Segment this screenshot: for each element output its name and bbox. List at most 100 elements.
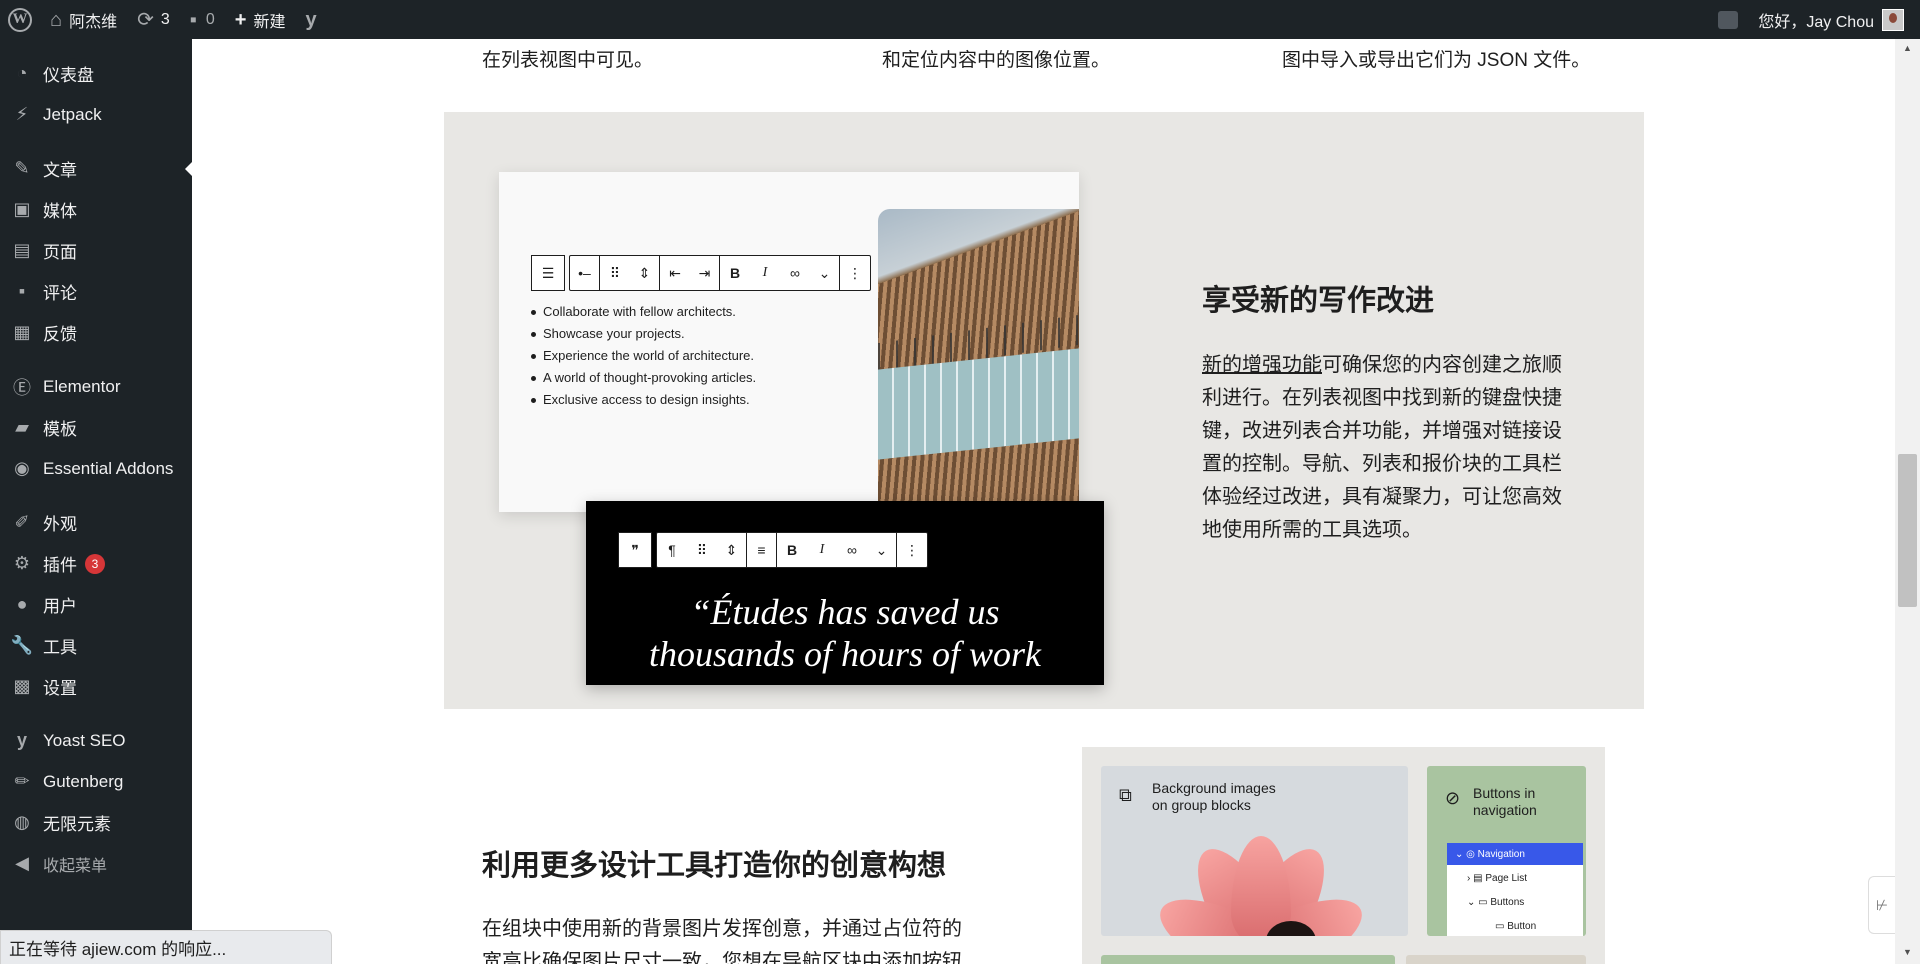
sidebar-item-label: Elementor xyxy=(43,376,121,396)
brush-icon: ✐ xyxy=(14,512,30,532)
new-label: 新建 xyxy=(253,13,286,31)
para-line: 可确保您的内容创建之旅顺 xyxy=(1322,354,1562,376)
feedback-icon: ▦ xyxy=(13,322,31,342)
para-line: 宽高比确保图片尺寸一致，您想在导航区块中添加按钮 xyxy=(482,951,962,964)
site-name: 阿杰维 xyxy=(69,13,118,31)
plugin-icon: ⚙ xyxy=(13,553,31,573)
sidebar-item-templates[interactable]: ▰ 模板 xyxy=(0,407,192,448)
list-view-icon: ☰ xyxy=(531,255,565,291)
page-icon: ▤ xyxy=(13,240,31,260)
sidebar-item-feedback[interactable]: ▦ 反馈 xyxy=(0,312,192,353)
updates-menu[interactable]: ⟳ 3 xyxy=(127,0,180,39)
sidebar-item-comments[interactable]: ▪ 评论 xyxy=(0,271,192,312)
sidebar-item-label: 用户 xyxy=(43,597,77,616)
current-arrow xyxy=(185,162,192,176)
feature-text-3: 图中导入或导出它们为 JSON 文件。 xyxy=(1282,50,1591,71)
quote-line: thousands of hours of work xyxy=(648,634,1042,674)
italic-icon: I xyxy=(819,542,825,557)
button-icon: ▭ xyxy=(1495,920,1508,932)
site-name-menu[interactable]: ⌂ 阿杰维 xyxy=(40,0,127,39)
para-line: 利进行。在列表视图中找到新的键盘快捷 xyxy=(1202,387,1562,409)
yoast-menu[interactable]: y xyxy=(295,0,333,39)
collapse-menu-button[interactable]: ◀ 收起菜单 xyxy=(0,843,192,884)
chevron-down-icon: ⌄ ◎ xyxy=(1455,848,1478,860)
sidebar-item-label: 外观 xyxy=(43,515,77,534)
chevron-down-icon: ⌄ xyxy=(810,256,840,290)
wordpress-logo-menu[interactable]: W xyxy=(0,0,40,39)
bold-icon: B xyxy=(786,542,798,558)
sidebar-item-tools[interactable]: 🔧 工具 xyxy=(0,625,192,666)
notification-icon[interactable] xyxy=(1718,10,1739,29)
list-item: Collaborate with fellow architects. xyxy=(531,304,756,319)
scroll-thumb[interactable] xyxy=(1898,454,1917,607)
buttons-in-navigation-tile: ⊘ Buttons in navigation ⌄ ◎ Navigation ›… xyxy=(1427,766,1586,936)
wordpress-logo-icon: W xyxy=(8,7,32,32)
new-content-menu[interactable]: + 新建 xyxy=(225,0,296,39)
nav-row-label: Button xyxy=(1507,920,1537,932)
italic-icon: I xyxy=(762,265,768,280)
sidebar-item-jetpack[interactable]: ⚡ Jetpack xyxy=(0,94,192,135)
flower-image xyxy=(1146,835,1376,936)
sidebar-item-label: 评论 xyxy=(43,284,77,303)
sidebar-item-label: 仪表盘 xyxy=(43,66,94,85)
tile-label-line: Background images xyxy=(1152,780,1276,796)
sidebar-item-unlimited-elements[interactable]: ◍ 无限元素 xyxy=(0,802,192,843)
page-scrollbar[interactable]: ▲ ▼ xyxy=(1895,39,1920,964)
collapse-menu-label: 收起菜单 xyxy=(43,857,108,875)
design-tools-preview: ⧉ Background images on group blocks ⊘ Bu… xyxy=(1082,747,1605,964)
sidebar-item-label: Gutenberg xyxy=(43,771,124,791)
user-icon: ● xyxy=(16,594,28,614)
chevron-down-icon: ⌄ xyxy=(867,533,897,567)
comment-icon: ▪ xyxy=(189,8,197,31)
bullet-list: Collaborate with fellow architects. Show… xyxy=(531,304,756,414)
design-tools-paragraph: 在组块中使用新的背景图片发挥创意，并通过占位符的 宽高比确保图片尺寸一致，您想在… xyxy=(482,913,1042,964)
avatar[interactable] xyxy=(1882,8,1904,31)
move-arrows-icon: ⇕ xyxy=(630,256,660,290)
media-icon: ▣ xyxy=(13,199,31,219)
dashboard-icon: ◔ xyxy=(16,63,28,83)
sidebar-item-label: 无限元素 xyxy=(43,815,111,834)
updates-count: 3 xyxy=(160,10,170,28)
sidebar-item-appearance[interactable]: ✐ 外观 xyxy=(0,502,192,543)
tile-label-line: on group blocks xyxy=(1152,797,1251,813)
scroll-down-icon[interactable]: ▼ xyxy=(1903,947,1912,957)
yoast-icon: y xyxy=(16,730,27,750)
pencil-icon: ✏ xyxy=(14,771,30,791)
sidebar-item-users[interactable]: ● 用户 xyxy=(0,584,192,625)
more-options-icon: ⋮ xyxy=(905,541,919,558)
status-text: 正在等待 ajiew.com 的响应... xyxy=(9,940,227,959)
tile-label: Background images on group blocks xyxy=(1152,780,1276,814)
link-icon: ∞ xyxy=(847,542,857,558)
para-line: 键，改进列表合并功能，并增强对链接设 xyxy=(1202,420,1562,442)
sidebar-item-essential-addons[interactable]: ◉ Essential Addons xyxy=(0,448,192,489)
scroll-up-icon[interactable]: ▲ xyxy=(1903,43,1912,53)
floating-help-widget[interactable]: ⊬ xyxy=(1868,876,1895,934)
sidebar-item-settings[interactable]: ▩ 设置 xyxy=(0,666,192,707)
sidebar-item-label: 工具 xyxy=(43,638,77,657)
sidebar-item-posts[interactable]: ✎ 文章 xyxy=(0,148,192,189)
sidebar-item-elementor[interactable]: Ⓔ Elementor xyxy=(0,366,192,407)
sidebar-item-gutenberg[interactable]: ✏ Gutenberg xyxy=(0,761,192,802)
sidebar-item-plugins[interactable]: ⚙ 插件 3 xyxy=(0,543,192,584)
sidebar-item-label: Essential Addons xyxy=(43,458,174,478)
sidebar-item-dashboard[interactable]: ◔ 仪表盘 xyxy=(0,53,192,94)
design-tools-title: 利用更多设计工具打造你的创意构想 xyxy=(482,850,947,882)
group-blocks-icon: ⧉ xyxy=(1119,785,1132,805)
navigation-list-view: ⌄ ◎ Navigation › ▤ Page List ⌄ ▭ Buttons… xyxy=(1447,843,1583,936)
para-line: 在组块中使用新的背景图片发挥创意，并通过占位符的 xyxy=(482,918,962,940)
sidebar-item-pages[interactable]: ▤ 页面 xyxy=(0,230,192,271)
greeting[interactable]: 您好，Jay Chou xyxy=(1758,8,1874,32)
list-item: A world of thought-provoking articles. xyxy=(531,370,756,385)
comments-menu[interactable]: ▪ 0 xyxy=(180,0,225,39)
sidebar-item-label: Jetpack xyxy=(43,104,102,124)
collapse-icon: ◀ xyxy=(15,853,29,873)
sidebar-item-label: 文章 xyxy=(43,161,77,180)
sidebar-item-media[interactable]: ▣ 媒体 xyxy=(0,189,192,230)
essential-addons-icon: ◉ xyxy=(14,458,30,478)
more-options-icon: ⋮ xyxy=(848,264,862,281)
sidebar-item-label: 插件 xyxy=(43,556,77,575)
writing-title: 享受新的写作改进 xyxy=(1202,285,1435,317)
enhancements-link[interactable]: 新的增强功能 xyxy=(1202,354,1322,376)
tile-label: Buttons in navigation xyxy=(1473,785,1537,819)
sidebar-item-yoast-seo[interactable]: y Yoast SEO xyxy=(0,720,192,761)
